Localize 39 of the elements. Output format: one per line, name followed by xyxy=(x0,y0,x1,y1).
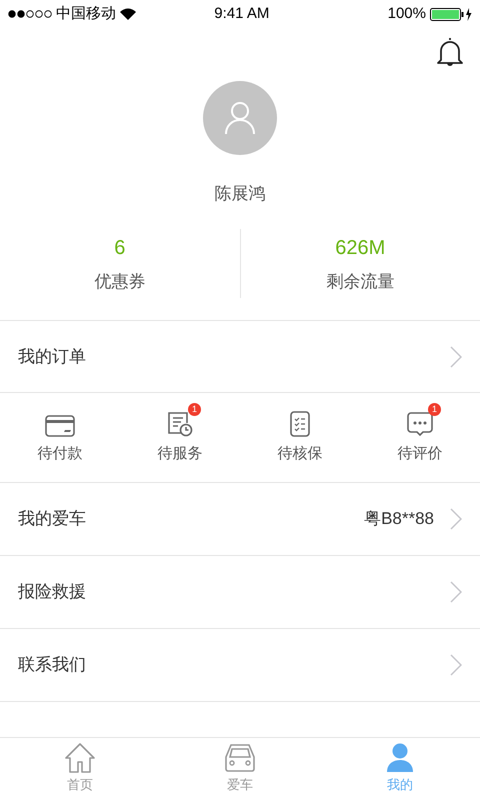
order-status-item[interactable]: 1 待评价 xyxy=(360,393,480,482)
chevron-icon xyxy=(450,508,462,530)
notification-bell-button[interactable] xyxy=(436,36,464,68)
stat-value: 6 xyxy=(114,236,126,260)
order-status-item[interactable]: 1 待服务 xyxy=(120,393,240,482)
row-label: 联系我们 xyxy=(18,654,86,676)
menu-row[interactable]: 我的爱车 粤B8**88 xyxy=(0,483,480,556)
stat-label: 剩余流量 xyxy=(326,270,394,292)
row-label: 我的爱车 xyxy=(18,508,86,530)
checklist-icon xyxy=(290,411,310,438)
document-clock-icon xyxy=(167,411,193,438)
orders-row[interactable]: 我的订单 xyxy=(0,321,480,393)
order-status-item[interactable]: 待付款 xyxy=(0,393,120,482)
wifi-icon xyxy=(120,8,136,20)
stat-label: 优惠券 xyxy=(94,270,146,292)
row-value: 粤B8**88 xyxy=(364,508,434,530)
order-status-item[interactable]: 待核保 xyxy=(240,393,360,482)
battery-percent: 100% xyxy=(388,4,426,24)
chevron-icon xyxy=(450,654,462,676)
chat-bubble-icon xyxy=(407,411,433,438)
person-outline-icon xyxy=(224,101,256,135)
clock-time: 9:41 AM xyxy=(214,4,270,24)
battery-icon xyxy=(430,8,472,20)
row-label: 报险救援 xyxy=(18,581,86,604)
menu-row[interactable]: 报险救援 xyxy=(0,556,480,629)
user-name: 陈展鸿 xyxy=(214,183,266,205)
chevron-icon xyxy=(450,581,462,603)
menu-row[interactable]: 联系我们 xyxy=(0,629,480,702)
count-badge: 1 xyxy=(428,403,441,416)
card-icon xyxy=(45,415,75,438)
signal-icon xyxy=(8,10,52,18)
stat-value: 626M xyxy=(335,236,386,260)
chevron-icon xyxy=(450,346,462,368)
row-label: 我的订单 xyxy=(18,346,86,368)
house-icon xyxy=(64,743,96,774)
carrier-name: 中国移动 xyxy=(56,4,116,24)
car-icon xyxy=(223,743,257,774)
person-icon xyxy=(386,743,414,774)
count-badge: 1 xyxy=(188,403,201,416)
